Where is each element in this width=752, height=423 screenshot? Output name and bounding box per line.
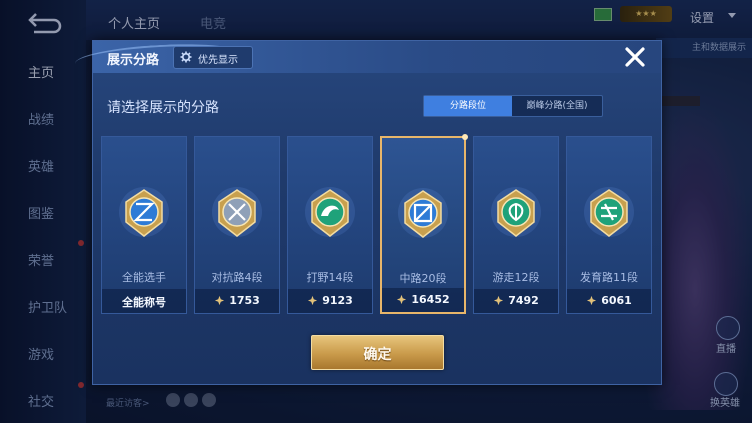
lane-card-score: 6061 bbox=[567, 294, 651, 307]
dialog-title: 展示分路 bbox=[107, 53, 160, 68]
lane-card[interactable]: 中路20段 16452 bbox=[380, 134, 468, 314]
lane-card-score-value: 6061 bbox=[601, 294, 632, 307]
toggle-peak-lane[interactable]: 巅峰分路(全国) bbox=[512, 96, 602, 116]
lane-card-score: 7492 bbox=[474, 294, 558, 307]
mid-lane-emblem-icon bbox=[398, 188, 448, 238]
lane-card-score-value: 9123 bbox=[322, 294, 353, 307]
lane-card-score: 16452 bbox=[382, 293, 464, 306]
lane-card-list: 全能选手 全能称号 对抗路4段 1753 打野14段 9123 中路20段 16452 游走12… bbox=[101, 134, 653, 314]
lane-card-footer: 1753 bbox=[195, 289, 279, 313]
roam-emblem-icon bbox=[491, 187, 541, 237]
all-rounder-emblem-icon bbox=[119, 187, 169, 237]
lane-mode-toggle: 分路段位 巅峰分路(全国) bbox=[423, 95, 603, 117]
lane-card[interactable]: 游走12段 7492 bbox=[473, 136, 559, 314]
lane-card-name: 对抗路4段 bbox=[211, 271, 263, 284]
lane-card-name: 全能选手 bbox=[122, 271, 166, 284]
priority-label: 优先显示 bbox=[198, 55, 238, 66]
farm-lane-emblem-icon bbox=[584, 187, 634, 237]
lane-card-footer: 7492 bbox=[474, 289, 558, 313]
toggle-lane-rank[interactable]: 分路段位 bbox=[424, 96, 512, 116]
gear-icon bbox=[180, 51, 192, 63]
lane-card-name: 打野14段 bbox=[306, 271, 354, 284]
lane-card-score-value: 7492 bbox=[508, 294, 539, 307]
lane-card-footer: 全能称号 bbox=[102, 289, 186, 313]
dialog-header: 展示分路 优先显示 bbox=[74, 40, 661, 78]
rank-star-icon bbox=[587, 295, 597, 306]
priority-display-button[interactable]: 优先显示 bbox=[173, 46, 253, 69]
lane-card-name: 游走12段 bbox=[492, 271, 540, 284]
lane-card-footer: 6061 bbox=[567, 289, 651, 313]
rank-star-icon bbox=[215, 295, 225, 306]
lane-card-name: 中路20段 bbox=[399, 272, 447, 285]
lane-card-score-value: 1753 bbox=[229, 294, 260, 307]
lane-card[interactable]: 打野14段 9123 bbox=[287, 136, 373, 314]
lane-card-score: 9123 bbox=[288, 294, 372, 307]
jungle-emblem-icon bbox=[305, 187, 355, 237]
rank-star-icon bbox=[397, 294, 407, 305]
confirm-label: 确定 bbox=[363, 347, 392, 363]
lane-card-footer: 16452 bbox=[382, 288, 464, 312]
lane-card-score: 全能称号 bbox=[102, 294, 186, 310]
lane-card-score-value: 16452 bbox=[411, 293, 450, 306]
selection-prompt: 请选择展示的分路 bbox=[107, 100, 219, 116]
clash-lane-emblem-icon bbox=[212, 187, 262, 237]
lane-card-name: 发育路11段 bbox=[580, 271, 638, 284]
lane-card[interactable]: 全能选手 全能称号 bbox=[101, 136, 187, 314]
lane-display-dialog: 展示分路 优先显示 请选择展示的分路 分路段位 巅峰分路(全国) 全能选手全能称… bbox=[74, 40, 662, 385]
confirm-button[interactable]: 确定 bbox=[311, 335, 444, 370]
lane-card[interactable]: 对抗路4段 1753 bbox=[194, 136, 280, 314]
rank-star-icon bbox=[308, 295, 318, 306]
lane-card-footer: 9123 bbox=[288, 289, 372, 313]
lane-card-score-value: 全能称号 bbox=[122, 296, 166, 309]
close-icon[interactable] bbox=[623, 45, 647, 69]
lane-card-score: 1753 bbox=[195, 294, 279, 307]
rank-star-icon bbox=[494, 295, 504, 306]
lane-card[interactable]: 发育路11段 6061 bbox=[566, 136, 652, 314]
